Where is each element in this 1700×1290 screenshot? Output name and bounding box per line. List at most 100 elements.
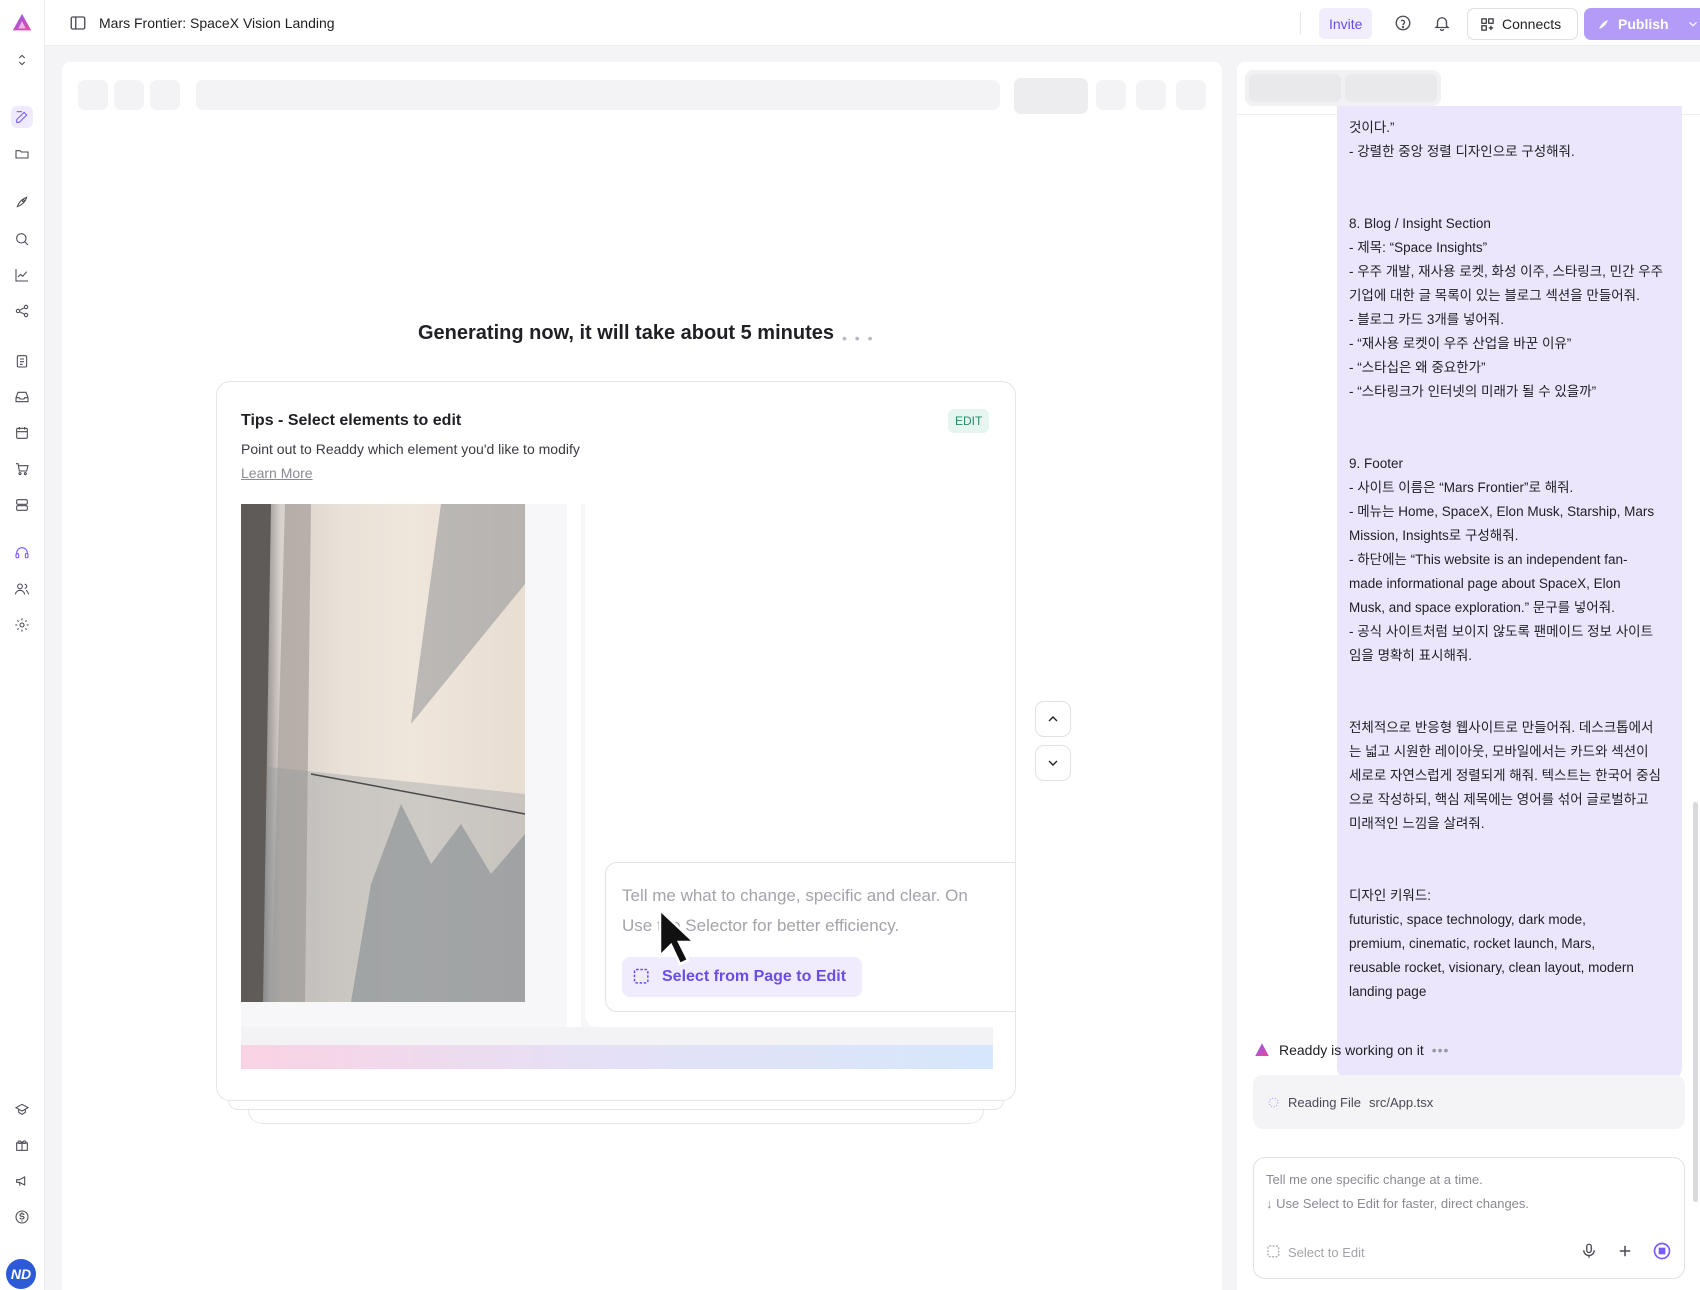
message-line: 는 넓고 시원한 레이아웃, 모바일에서는 카드와 섹션이 (1349, 744, 1649, 759)
message-line: - 강렬한 중앙 정렬 디자인으로 구성해줘. (1349, 144, 1575, 159)
demo-gradient-bar (241, 1045, 993, 1069)
scroll-down-button[interactable] (1035, 745, 1071, 781)
demo-editor-panel: Tell me what to change, specific and cle… (581, 504, 1015, 1027)
dollar-icon[interactable] (11, 1206, 33, 1228)
message-line: 기업에 대한 글 목록이 있는 블로그 섹션을 만들어줘. (1349, 288, 1640, 303)
users-icon[interactable] (11, 578, 33, 600)
message-line: premium, cinematic, rocket launch, Mars, (1349, 936, 1596, 951)
chevron-down-icon[interactable] (1686, 17, 1700, 31)
message-line: - “재사용 로켓이 우주 산업을 바꾼 이유” (1349, 336, 1572, 351)
message-line (1349, 836, 1675, 860)
user-message-bubble: 것이다.” - 강렬한 중앙 정렬 디자인으로 구성해줘. 8. Blog / In… (1337, 106, 1682, 1080)
chat-input-hint: ↓ Use Select to Edit for faster, direct … (1266, 1196, 1530, 1211)
bell-icon[interactable] (1433, 14, 1451, 32)
rocket-icon[interactable] (11, 191, 33, 213)
inbox-icon[interactable] (11, 386, 33, 408)
share-icon[interactable] (11, 300, 33, 322)
connects-icon (1481, 17, 1494, 31)
skeleton-block (1136, 80, 1166, 110)
message-line (1349, 860, 1675, 884)
connects-button[interactable]: Connects (1467, 8, 1578, 40)
calendar-icon[interactable] (11, 422, 33, 444)
top-bar: Mars Frontier: SpaceX Vision Landing Inv… (45, 0, 1700, 46)
logo-icon[interactable] (11, 12, 33, 34)
message-line: - 블로그 카드 3개를 넣어줘. (1349, 312, 1504, 327)
user-message-text: 것이다.” - 강렬한 중앙 정렬 디자인으로 구성해줘. 8. Blog / In… (1349, 116, 1675, 1004)
demo-divider (241, 1027, 993, 1045)
reading-file: src/App.tsx (1369, 1094, 1434, 1110)
message-line: - 공식 사이트처럼 보이지 않도록 팬메이드 정보 사이트 (1349, 624, 1653, 639)
demo-prompt-line: Tell me what to change, specific and cle… (622, 886, 968, 905)
message-line: 디자인 키워드: (1349, 888, 1432, 903)
help-icon[interactable] (1394, 14, 1412, 32)
shield-icon[interactable] (11, 1098, 33, 1120)
database-icon[interactable] (11, 494, 33, 516)
skeleton-block (78, 80, 108, 110)
loading-dots-icon: • • • (842, 330, 875, 346)
megaphone-icon[interactable] (11, 1170, 33, 1192)
chevron-up-icon (1048, 716, 1058, 722)
agent-status: Readdy is working on it ••• (1253, 1041, 1449, 1059)
message-line: - 제목: “Space Insights” (1349, 240, 1488, 255)
skeleton-block (150, 80, 180, 110)
expand-icon[interactable] (11, 49, 33, 71)
chat-input-placeholder: Tell me one specific change at a time. (1266, 1172, 1483, 1187)
select-to-edit-button[interactable]: Select to Edit (1266, 1240, 1365, 1264)
analytics-icon[interactable] (11, 264, 33, 286)
chat-input[interactable]: Tell me one specific change at a time. ↓… (1253, 1157, 1685, 1279)
search-chat-icon[interactable] (11, 228, 33, 250)
selector-icon (633, 968, 649, 984)
message-line: - “스타링크가 인터넷의 미래가 될 수 있을까” (1349, 384, 1597, 399)
publish-button[interactable]: Publish (1584, 8, 1700, 40)
support-icon[interactable] (11, 542, 33, 564)
message-line: 으로 작성하되, 핵심 제목에는 영어를 섞어 글로벌하고 (1349, 792, 1649, 807)
demo-editor-surface: Tell me what to change, specific and cle… (585, 504, 1015, 1027)
message-line (1349, 428, 1675, 452)
tab-skeleton (1345, 74, 1437, 102)
message-line: landing page (1349, 984, 1427, 999)
avatar[interactable]: ND (6, 1259, 36, 1289)
edit-icon[interactable] (11, 106, 33, 128)
learn-more-link[interactable]: Learn More (241, 465, 313, 481)
rocket-icon (1599, 19, 1608, 29)
message-line: reusable rocket, visionary, clean layout… (1349, 960, 1634, 975)
message-line: futuristic, space technology, dark mode, (1349, 912, 1586, 927)
divider (1300, 12, 1301, 34)
skeleton-block (1014, 78, 1088, 114)
generating-status: Generating now, it will take about 5 min… (418, 322, 834, 344)
microphone-icon[interactable] (1580, 1242, 1598, 1260)
message-line (1349, 404, 1675, 428)
stop-icon[interactable] (1652, 1241, 1672, 1261)
gift-icon[interactable] (11, 1134, 33, 1156)
folder-icon[interactable] (11, 143, 33, 165)
plus-icon[interactable] (1616, 1242, 1634, 1260)
sidebar-toggle-icon[interactable] (69, 14, 87, 32)
tips-description: Point out to Readdy which element you'd … (241, 441, 580, 457)
message-line: 9. Footer (1349, 456, 1404, 471)
message-line (1349, 188, 1675, 212)
chat-input-actions (1580, 1241, 1672, 1261)
scroll-up-button[interactable] (1035, 701, 1071, 737)
project-title: Mars Frontier: SpaceX Vision Landing (99, 15, 335, 31)
demo-select-label: Select from Page to Edit (662, 968, 847, 985)
message-line: - 하단에는 “This website is an independent f… (1349, 552, 1628, 567)
reading-file-status: Reading File src/App.tsx (1253, 1075, 1685, 1129)
message-line: - 우주 개발, 재사용 로켓, 화성 이주, 스타링크, 민간 우주 (1349, 264, 1664, 279)
message-line (1349, 164, 1675, 188)
cart-icon[interactable] (11, 458, 33, 480)
select-to-edit-label: Select to Edit (1288, 1244, 1365, 1260)
invite-button[interactable]: Invite (1319, 8, 1373, 39)
chevron-down-icon (1048, 760, 1058, 766)
message-line: - 사이트 이름은 “Mars Frontier”로 해줘. (1349, 480, 1574, 495)
message-line: 전체적으로 반응형 웹사이트로 만들어줘. 데스크톱에서 (1349, 720, 1654, 735)
reading-label: Reading File (1288, 1094, 1361, 1110)
settings-icon[interactable] (11, 614, 33, 636)
tips-card: Tips - Select elements to edit EDIT Poin… (216, 381, 1016, 1101)
clipboard-icon[interactable] (11, 350, 33, 372)
message-line: Mission, Insights로 구성해줘. (1349, 528, 1519, 543)
chat-scrollbar[interactable] (1693, 802, 1698, 1202)
card-stack-shadow (228, 1100, 1004, 1110)
message-line: Musk, and space exploration.” 문구를 넣어줘. (1349, 600, 1615, 615)
tips-title: Tips - Select elements to edit (241, 412, 462, 429)
edit-badge: EDIT (948, 409, 990, 433)
